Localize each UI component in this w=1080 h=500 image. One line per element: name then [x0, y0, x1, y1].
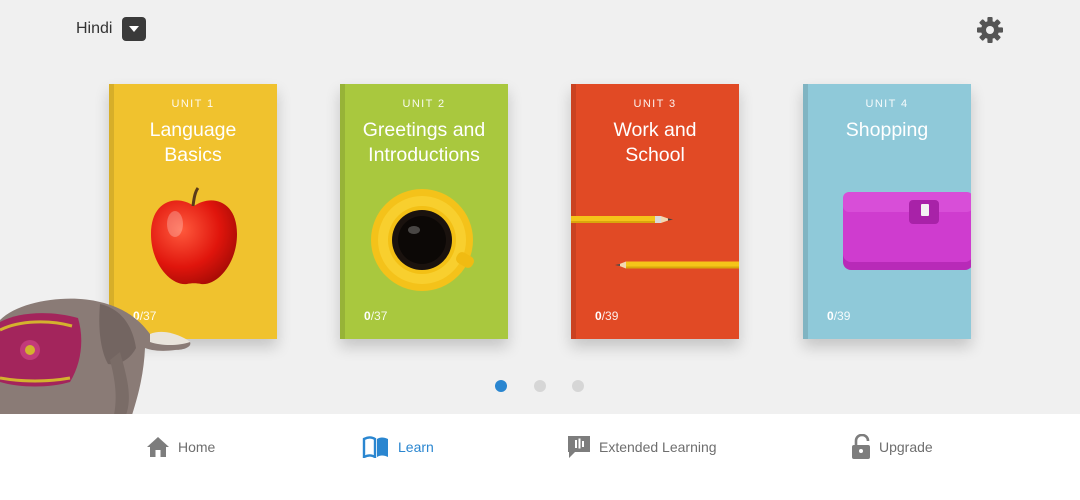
lock-icon [852, 434, 870, 459]
nav-item-extended-learning[interactable]: Extended Learning [567, 434, 717, 460]
elephant-illustration [0, 298, 191, 415]
language-selector[interactable]: Hindi [76, 17, 147, 41]
nav-label-extended-learning: Extended Learning [599, 439, 717, 455]
extended-learning-icon [568, 436, 590, 458]
unit-progress: 0/39 [595, 309, 619, 323]
apple-illustration [151, 187, 237, 285]
language-label: Hindi [76, 20, 113, 37]
pager-dot-2[interactable] [534, 380, 546, 392]
bottom-navigation: Home Learn Extended Learning Upgrade [0, 414, 1080, 500]
unit-title: Greetings and Introductions [362, 119, 486, 166]
unit-card-2[interactable]: UNIT 2 Greetings and Introductions 0/37 [340, 84, 508, 339]
coffee-cup-illustration [371, 189, 474, 291]
wallet-illustration [843, 192, 971, 270]
nav-label-upgrade: Upgrade [879, 439, 933, 455]
nav-item-home[interactable]: Home [146, 434, 215, 460]
nav-label-learn: Learn [398, 439, 434, 455]
unit-title: Shopping [845, 119, 929, 141]
unit-card-4[interactable]: UNIT 4 Shopping 0/39 [803, 84, 971, 339]
unit-progress: 0/37 [364, 309, 388, 323]
nav-item-learn[interactable]: Learn [362, 434, 434, 460]
gear-icon [977, 17, 1003, 43]
unit-title: Work and School [613, 119, 697, 166]
unit-number: UNIT 1 [171, 98, 215, 110]
pencils-illustration [571, 216, 739, 269]
nav-label-home: Home [178, 439, 216, 455]
unit-number: UNIT 3 [633, 98, 677, 110]
book-icon [362, 436, 388, 458]
nav-item-upgrade[interactable]: Upgrade [851, 434, 933, 460]
chevron-down-icon[interactable] [122, 17, 147, 41]
unit-number: UNIT 2 [402, 98, 446, 110]
unit-title: Language Basics [149, 119, 237, 166]
pager-dot-3[interactable] [572, 380, 584, 392]
unit-number: UNIT 4 [865, 98, 909, 110]
settings-button[interactable] [975, 15, 1005, 45]
pager-dot-1[interactable] [495, 380, 507, 392]
unit-progress: 0/39 [827, 309, 851, 323]
unit-card-3[interactable]: UNIT 3 Work and School 0/39 [571, 84, 739, 339]
home-icon [147, 437, 169, 457]
units-carousel-area: Hindi UNIT 1 Language Basics 0/37 UNIT 2… [0, 0, 1080, 415]
